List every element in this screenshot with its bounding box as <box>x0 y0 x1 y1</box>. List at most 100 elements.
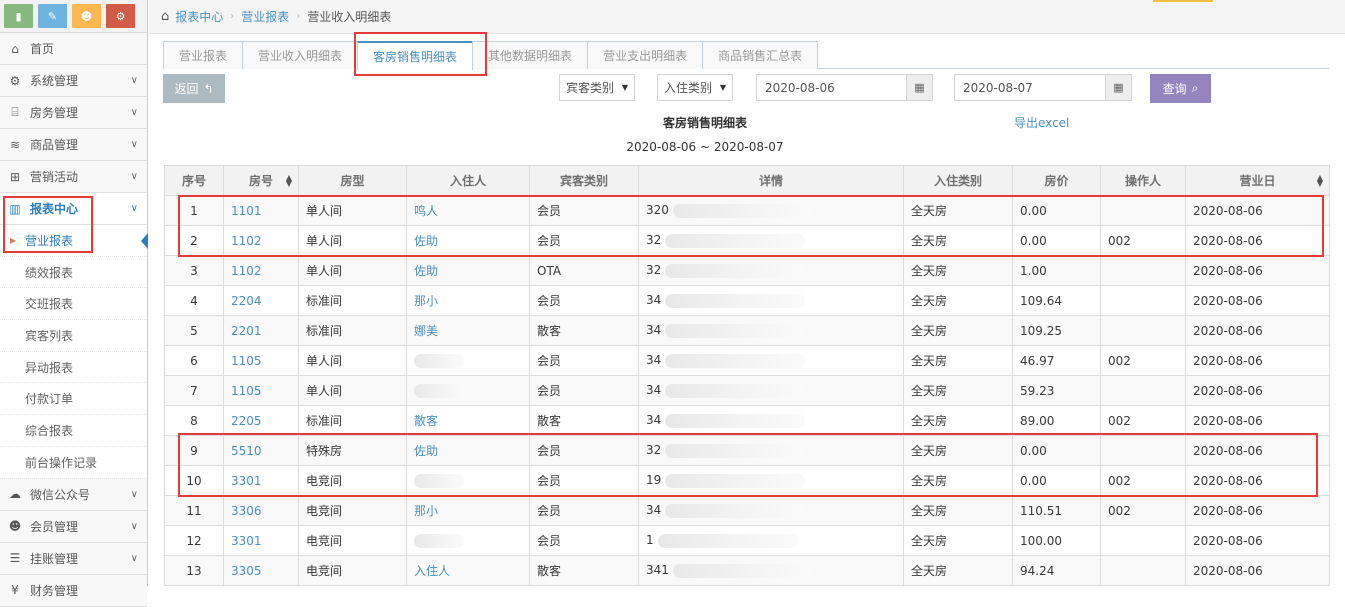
cell-room-text[interactable]: 3305 <box>231 564 262 578</box>
query-button[interactable]: 查询 ⌕ <box>1150 74 1211 103</box>
tab-expense-detail[interactable]: 营业支出明细表 <box>587 41 704 69</box>
guest-type-select[interactable]: 宾客类别 ▼ <box>559 74 635 101</box>
tab-income-detail[interactable]: 营业收入明细表 <box>242 41 359 69</box>
cell-no-text: 11 <box>186 503 202 518</box>
sidebar-subitem-business-report[interactable]: ▶ 营业报表 <box>0 225 148 257</box>
sidebar-item-finance[interactable]: ¥ 财务管理 <box>0 574 147 607</box>
cell-room-text[interactable]: 1101 <box>231 204 262 218</box>
sidebar-subitem-change-report[interactable]: 异动报表 <box>0 352 147 384</box>
sidebar-item-marketing[interactable]: ⊞ 营销活动 ∨ <box>0 161 147 193</box>
caret-down-icon: ▼ <box>621 83 628 92</box>
tab-business-report[interactable]: 营业报表 <box>163 41 244 69</box>
sidebar-subitem-performance-report[interactable]: 绩效报表 <box>0 257 147 289</box>
table-row: 11 3306 电竞间 那小 会员 34 全天房 110.51 002 2020-08-06 <box>164 495 1330 526</box>
breadcrumb-link-reports[interactable]: 报表中心 <box>175 8 223 25</box>
cell-operator-text: 002 <box>1108 473 1131 488</box>
cogs-icon[interactable]: ⚙ <box>106 4 135 28</box>
sort-icon[interactable]: ▲ ▼ <box>286 174 292 188</box>
tab-other-data-detail[interactable]: 其他数据明细表 <box>472 41 589 69</box>
cell-detail-text: 34 <box>646 383 662 398</box>
cell-guest-category-text: 会员 <box>537 354 562 368</box>
cell-room-text[interactable]: 2205 <box>231 414 262 428</box>
export-excel-link[interactable]: 导出excel <box>1014 114 1069 131</box>
cell-room-text[interactable]: 2201 <box>231 324 262 338</box>
cell-room-text[interactable]: 1102 <box>231 234 262 248</box>
cell-no: 4 <box>164 285 224 316</box>
cell-room-text[interactable]: 1102 <box>231 264 262 278</box>
breadcrumb-link-business[interactable]: 营业报表 <box>241 8 289 25</box>
cell-guest-text[interactable]: 那小 <box>414 294 438 308</box>
sidebar-item-wechat[interactable]: ☁ 微信公众号 ∨ <box>0 478 147 511</box>
table-row: 12 3301 电竞间 会员 1 全天房 100.00 2020-08-06 <box>164 525 1330 556</box>
cell-detail-text: 341 <box>646 563 669 578</box>
sidebar-item-label: 房务管理 <box>30 106 79 120</box>
sidebar-item-products[interactable]: ≋ 商品管理 ∨ <box>0 129 147 161</box>
cell-guest-text[interactable]: 散客 <box>414 414 438 428</box>
tab-product-sales-summary[interactable]: 商品销售汇总表 <box>702 41 819 69</box>
sidebar-item-label: 商品管理 <box>30 138 79 152</box>
cell-guest-category-text: 会员 <box>537 384 562 398</box>
cell-business-date-text: 2020-08-06 <box>1193 353 1263 368</box>
sidebar-subitem-frontdesk-log[interactable]: 前台操作记录 <box>0 447 147 479</box>
sidebar-subitem-payment-orders[interactable]: 付款订单 <box>0 383 147 416</box>
cell-room-text[interactable]: 1105 <box>231 384 262 398</box>
breadcrumb: ⌂ 报表中心 › 营业报表 › 营业收入明细表 <box>149 0 1345 34</box>
cell-price-text: 0.00 <box>1020 443 1047 458</box>
signal-icon[interactable]: ▮ <box>4 4 33 28</box>
cell-price-text: 110.51 <box>1020 503 1062 518</box>
cell-room-text[interactable]: 3301 <box>231 474 262 488</box>
cell-guest: 佐助 <box>406 225 530 256</box>
calendar-icon[interactable]: ▦ <box>1105 75 1131 100</box>
chevron-down-icon: ∨ <box>130 520 138 532</box>
cell-guest-text[interactable]: 鸣人 <box>414 204 438 218</box>
cell-guest-text[interactable]: 那小 <box>414 504 438 518</box>
home-icon[interactable]: ⌂ <box>161 9 169 24</box>
sort-icon[interactable]: ▲ ▼ <box>1317 174 1323 188</box>
sidebar-item-members[interactable]: ☻ 会员管理 ∨ <box>0 510 147 543</box>
back-button[interactable]: 返回 ↰ <box>163 74 225 103</box>
sidebar-item-reports[interactable]: ▥ 报表中心 ∨ <box>0 193 147 225</box>
cell-detail: 32 <box>638 225 904 256</box>
sidebar-subitem-shift-report[interactable]: 交班报表 <box>0 288 147 321</box>
cell-guest-category-text: 会员 <box>537 474 562 488</box>
cell-guest-category-text: 散客 <box>537 414 562 428</box>
column-header-business-date[interactable]: 营业日 ▲ ▼ <box>1185 165 1330 196</box>
sidebar-item-system[interactable]: ⚙ 系统管理 ∨ <box>0 65 147 97</box>
chevron-up-icon: ∨ <box>130 203 138 214</box>
cell-guest-text[interactable]: 佐助 <box>414 264 438 278</box>
cell-room: 3301 <box>223 465 299 496</box>
cell-guest-text[interactable]: 入住人 <box>414 564 450 578</box>
cell-room-text[interactable]: 2204 <box>231 294 262 308</box>
users-icon[interactable]: ☻ <box>72 4 101 28</box>
redacted-detail <box>672 203 813 218</box>
cell-business-date: 2020-08-06 <box>1185 495 1330 526</box>
calendar-icon[interactable]: ▦ <box>906 75 932 100</box>
sidebar-subitem-summary-report[interactable]: 综合报表 <box>0 415 147 447</box>
sidebar-subitem-guest-list[interactable]: 宾客列表 <box>0 320 147 352</box>
cell-detail: 32 <box>638 435 904 466</box>
end-date-input[interactable]: 2020-08-07 ▦ <box>954 74 1132 101</box>
start-date-input[interactable]: 2020-08-06 ▦ <box>756 74 933 101</box>
list-icon: ☰ <box>9 551 21 565</box>
cell-business-date-text: 2020-08-06 <box>1193 533 1263 548</box>
cell-guest: 入住人 <box>406 555 530 586</box>
sidebar-item-credit[interactable]: ☰ 挂账管理 ∨ <box>0 542 147 575</box>
cell-guest-text[interactable]: 娜美 <box>414 324 438 338</box>
cell-room-text[interactable]: 5510 <box>231 444 262 458</box>
cell-no: 11 <box>164 495 224 526</box>
cell-room-text[interactable]: 3306 <box>231 504 262 518</box>
pencil-icon[interactable]: ✎ <box>38 4 67 28</box>
cell-detail: 34 <box>638 285 904 316</box>
cell-room-text[interactable]: 3301 <box>231 534 262 548</box>
sidebar-item-rooms[interactable]: ⌸ 房务管理 ∨ <box>0 97 147 129</box>
checkin-type-select[interactable]: 入住类别 ▼ <box>657 74 733 101</box>
tab-room-sales-detail[interactable]: 客房销售明细表 <box>357 41 474 70</box>
cell-room-text[interactable]: 1105 <box>231 354 262 368</box>
sidebar-item-home[interactable]: ⌂ 首页 <box>0 33 147 65</box>
cell-guest-text[interactable]: 佐助 <box>414 234 438 248</box>
cell-guest-text[interactable]: 佐助 <box>414 444 438 458</box>
cell-price-text: 109.25 <box>1020 323 1062 338</box>
redacted-detail <box>657 533 798 548</box>
cell-room: 2201 <box>223 315 299 346</box>
column-header-room[interactable]: 房号 ▲ ▼ <box>223 165 299 196</box>
